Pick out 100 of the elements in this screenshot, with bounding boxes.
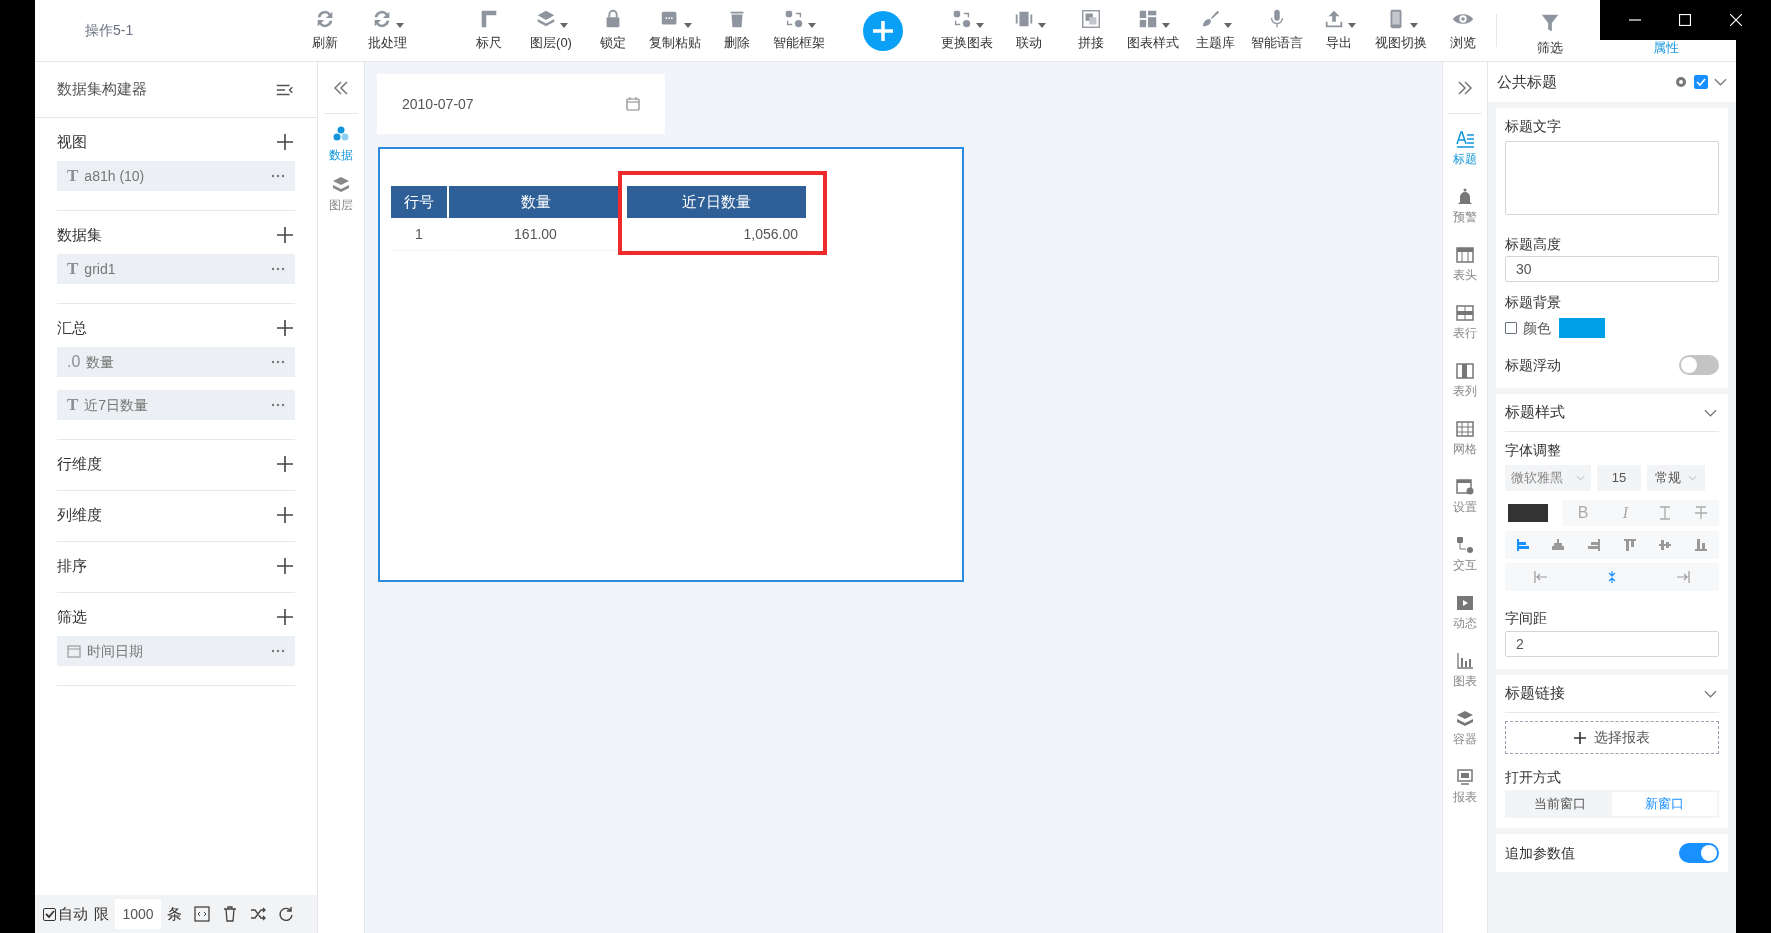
field-chip[interactable]: 时间日期	[57, 636, 295, 666]
toolbar-button[interactable]: 拼接	[1060, 0, 1122, 61]
weight-select[interactable]: 常规	[1647, 465, 1705, 491]
property-tab[interactable]: 图表	[1453, 642, 1477, 700]
maximize-icon[interactable]	[1679, 14, 1692, 26]
property-tab[interactable]: 表头	[1453, 236, 1477, 294]
toolbar-button[interactable]: 图表样式	[1122, 0, 1184, 61]
caret-icon	[683, 23, 692, 29]
size-field[interactable]: 15	[1597, 465, 1641, 491]
property-tab[interactable]: 表列	[1453, 352, 1477, 410]
toolbar-button[interactable]: 锁定	[582, 0, 644, 61]
align-icon[interactable]	[1551, 538, 1566, 552]
align-icon[interactable]	[1587, 538, 1602, 552]
property-tab[interactable]: 预警	[1453, 178, 1477, 236]
checkbox[interactable]	[1505, 322, 1517, 334]
more-icon[interactable]	[271, 403, 285, 407]
align-icon[interactable]	[1622, 538, 1637, 552]
toggle-switch[interactable]	[1679, 355, 1719, 375]
toolbar-button[interactable]: 浏览	[1432, 0, 1494, 61]
property-tab[interactable]: 动态	[1453, 584, 1477, 642]
double-chevron-right-icon[interactable]	[1457, 80, 1473, 95]
table-widget[interactable]: 行号 1 数量 161.00 近7日数量 1,056.00	[378, 147, 964, 582]
toolbar-button[interactable]: 视图切换	[1370, 0, 1432, 61]
settings-icon[interactable]	[1674, 75, 1688, 89]
add-icon[interactable]	[863, 10, 903, 51]
caret-icon	[1409, 23, 1418, 29]
color-swatch[interactable]	[1508, 504, 1548, 522]
double-chevron-left-icon[interactable]	[333, 80, 349, 95]
property-tab[interactable]: 容器	[1453, 700, 1477, 758]
toolbar-button[interactable]: 图层(0)	[520, 0, 582, 61]
field-label: 时间日期	[87, 641, 144, 661]
toolbar-button[interactable]: 删除	[706, 0, 768, 61]
more-icon[interactable]	[271, 360, 285, 364]
chevron-down-icon[interactable]	[1704, 689, 1717, 698]
side-tab[interactable]: 数据	[329, 126, 353, 164]
table-cell: 161.00	[449, 218, 622, 251]
input-field[interactable]: 30	[1505, 256, 1719, 282]
spacing-icon[interactable]	[1533, 570, 1548, 584]
toolbar-button[interactable]: 更换图表	[936, 0, 998, 61]
toolbar-button[interactable]: 导出	[1308, 0, 1370, 61]
limit-field[interactable]: 1000	[115, 899, 161, 929]
toolbar-button[interactable]: 刷新	[294, 0, 356, 61]
field-label: 字体调整	[1505, 440, 1562, 460]
nodes-icon	[1456, 536, 1474, 554]
more-icon[interactable]	[271, 649, 285, 653]
property-tab[interactable]: 标题	[1453, 120, 1477, 178]
caret-icon	[1347, 23, 1356, 29]
code-icon[interactable]	[194, 906, 210, 922]
color-swatch[interactable]	[1559, 318, 1605, 338]
close-icon[interactable]	[1729, 14, 1742, 26]
toolbar-button[interactable]: 批处理	[356, 0, 418, 61]
toolbar-button[interactable]: 标尺	[458, 0, 520, 61]
property-tab[interactable]: 设置	[1453, 468, 1477, 526]
toolbar-button[interactable]: 复制粘贴	[644, 0, 706, 61]
section-label: 汇总	[57, 317, 87, 338]
more-icon[interactable]	[271, 174, 285, 178]
property-tab[interactable]: 报表	[1453, 758, 1477, 816]
toolbar-button[interactable]: 智能语言	[1246, 0, 1308, 61]
add-icon[interactable]	[277, 558, 293, 574]
segment-option[interactable]: 当前窗口	[1507, 792, 1612, 816]
add-icon[interactable]	[277, 609, 293, 625]
field-chip[interactable]: T grid1	[57, 254, 295, 284]
property-tab[interactable]: 交互	[1453, 526, 1477, 584]
reload-icon[interactable]	[278, 906, 294, 922]
column-header[interactable]: 近7日数量	[627, 186, 806, 218]
align-icon[interactable]	[1694, 538, 1709, 552]
toggle-switch[interactable]	[1679, 843, 1719, 863]
unit-label: 条	[167, 903, 182, 924]
toolbar-button[interactable]: 联动	[998, 0, 1060, 61]
add-icon[interactable]	[277, 507, 293, 523]
panel-tab[interactable]: 筛选	[1497, 0, 1602, 61]
add-icon[interactable]	[277, 456, 293, 472]
toolbar-button[interactable]: 智能框架	[768, 0, 830, 61]
property-tab[interactable]: 网格	[1453, 410, 1477, 468]
align-icon[interactable]	[1658, 538, 1673, 552]
select-report-button[interactable]: 选择报表	[1505, 721, 1719, 754]
add-icon[interactable]	[277, 227, 293, 243]
shuffle-icon[interactable]	[250, 906, 266, 922]
grid-icon	[1456, 420, 1474, 438]
input-field[interactable]: 2	[1505, 631, 1719, 657]
trash-icon[interactable]	[222, 906, 238, 922]
checkbox[interactable]	[43, 907, 56, 921]
field-chip[interactable]: T 近7日数量	[57, 390, 295, 420]
chevron-down-icon[interactable]	[1714, 78, 1727, 86]
chevron-down-icon[interactable]	[1704, 408, 1717, 417]
layers-icon	[332, 176, 350, 194]
date-field[interactable]: 2010-07-07	[377, 74, 665, 134]
add-icon[interactable]	[277, 320, 293, 336]
property-tab[interactable]: 表行	[1453, 294, 1477, 352]
align-icon[interactable]	[1515, 538, 1530, 552]
side-tab[interactable]: 图层	[329, 176, 353, 214]
field-chip[interactable]: .0 数量	[57, 347, 295, 377]
column-header[interactable]: 行号	[391, 186, 447, 218]
checkbox[interactable]	[1694, 75, 1708, 89]
add-icon[interactable]	[277, 134, 293, 150]
field-chip[interactable]: T a81h (10)	[57, 161, 295, 191]
toolbar-button[interactable]: 主题库	[1184, 0, 1246, 61]
more-icon[interactable]	[271, 267, 285, 271]
settings-window-icon	[1456, 478, 1474, 496]
spacing-icon[interactable]	[1676, 570, 1691, 584]
